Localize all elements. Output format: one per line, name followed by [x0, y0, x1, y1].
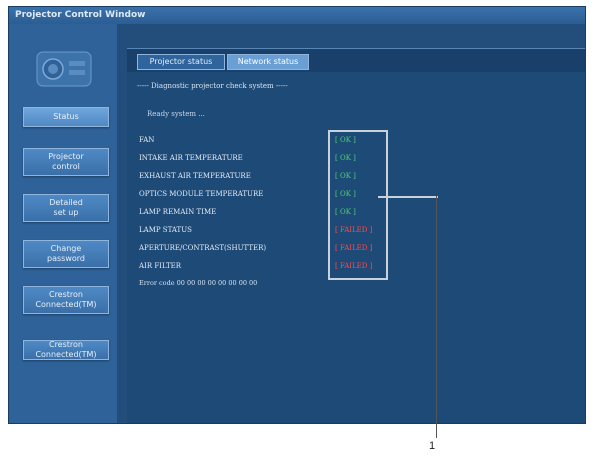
window-title: Projector Control Window: [9, 7, 585, 24]
callout-number: 1: [429, 440, 436, 452]
callout-leader-vertical: [436, 196, 437, 438]
item-label: EXHAUST AIR TEMPERATURE: [139, 172, 251, 180]
tab-bar: Projector status Network status: [127, 48, 585, 72]
tab-projector-status[interactable]: Projector status: [137, 54, 225, 70]
self-test-panel: ----- Diagnostic projector check system …: [127, 72, 585, 423]
item-label: LAMP REMAIN TIME: [139, 208, 217, 216]
sidebar-item-projector-control[interactable]: Projector control: [23, 148, 109, 176]
item-label: AIR FILTER: [139, 262, 182, 270]
item-label: APERTURE/CONTRAST(SHUTTER): [139, 244, 267, 252]
projector-control-window: Projector Control Window Status Projecto…: [8, 6, 586, 424]
status-highlight-box: [328, 130, 388, 280]
main-content: Projector status Network status ----- Di…: [117, 24, 585, 423]
section-title: ----- Diagnostic projector check system …: [137, 82, 288, 90]
item-label: LAMP STATUS: [139, 226, 192, 234]
tab-network-status[interactable]: Network status: [227, 54, 309, 70]
item-label: FAN: [139, 136, 155, 144]
item-label: OPTICS MODULE TEMPERATURE: [139, 190, 264, 198]
sidebar-item-crestron-2[interactable]: Crestron Connected(TM): [23, 340, 109, 360]
item-label: INTAKE AIR TEMPERATURE: [139, 154, 243, 162]
callout-leader-horizontal: [378, 196, 438, 198]
sidebar: Status Projector control Detailed set up…: [9, 24, 117, 423]
error-log: Error code 00 00 00 00 00 00 00 00: [139, 279, 258, 287]
sidebar-item-detailed-set-up[interactable]: Detailed set up: [23, 194, 109, 222]
status-label: Ready system ...: [147, 110, 205, 118]
sidebar-item-crestron[interactable]: Crestron Connected(TM): [23, 286, 109, 314]
sidebar-item-change-password[interactable]: Change password: [23, 240, 109, 268]
projector-logo-icon: [36, 51, 92, 87]
sidebar-item-status[interactable]: Status: [23, 107, 109, 127]
